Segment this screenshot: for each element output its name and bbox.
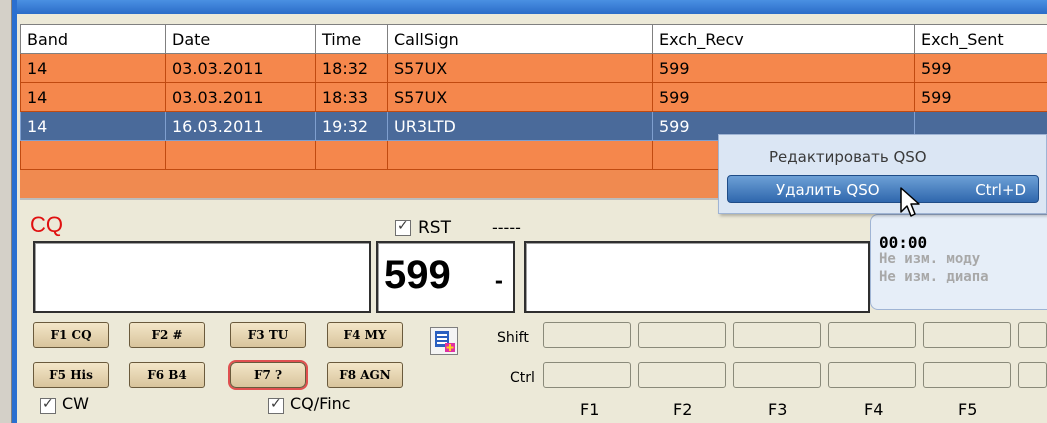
cell-band: 14	[20, 82, 166, 112]
cell-date: 16.03.2011	[165, 111, 316, 141]
ctrl-f4-button[interactable]	[828, 362, 916, 388]
ctrl-label: Ctrl	[510, 370, 535, 386]
rst-input-value: 599	[384, 253, 451, 297]
col-header-exch-recv[interactable]: Exch_Recv	[652, 24, 915, 54]
shift-label: Shift	[497, 330, 529, 346]
cell-date: 03.03.2011	[165, 53, 316, 83]
cell-date: 03.03.2011	[165, 82, 316, 112]
cell-band: 14	[20, 111, 166, 141]
cell-time: 19:32	[315, 111, 388, 141]
col-header-callsign[interactable]: CallSign	[387, 24, 653, 54]
cw-label: CW	[62, 394, 89, 413]
cell-band: 14	[20, 53, 166, 83]
f8-agn-button[interactable]: F8 AGN	[327, 362, 403, 388]
shift-f6-button[interactable]	[1018, 322, 1047, 348]
shift-f3-button[interactable]	[733, 322, 821, 348]
fkey-label-f2: F2	[673, 400, 693, 419]
callsign-input[interactable]	[33, 241, 371, 313]
left-edge-strip	[0, 0, 12, 423]
f5-his-button[interactable]: F5 His	[33, 362, 109, 388]
f1-cq-button[interactable]: F1 CQ	[33, 322, 109, 348]
col-header-time[interactable]: Time	[315, 24, 388, 54]
grid-header-row: Band Date Time CallSign Exch_Recv Exch_S…	[20, 24, 1047, 54]
ctrl-f5-button[interactable]	[923, 362, 1011, 388]
cw-checkbox[interactable]	[40, 396, 56, 414]
f7-question-button[interactable]: F7 ?	[230, 362, 306, 388]
cell-exch-sent: 599	[914, 82, 1047, 112]
cell-exch-sent: 599	[914, 53, 1047, 83]
f6-b4-button[interactable]: F6 B4	[129, 362, 205, 388]
menu-item-edit-qso[interactable]: Редактировать QSO	[727, 143, 1042, 171]
cell-exch-recv: 599	[652, 53, 915, 83]
f2-number-button[interactable]: F2 #	[129, 322, 205, 348]
shift-f2-button[interactable]	[638, 322, 726, 348]
menu-item-delete-label: Удалить QSO	[776, 181, 880, 199]
col-header-date[interactable]: Date	[165, 24, 316, 54]
cq-mode-label: CQ	[30, 212, 63, 237]
cq-finc-checkbox[interactable]	[268, 396, 284, 414]
cell-exch-recv: 599	[652, 82, 915, 112]
cell-callsign: S57UX	[387, 82, 653, 112]
cell-empty	[315, 140, 388, 170]
title-bar	[17, 0, 1047, 14]
fkey-label-f4: F4	[864, 400, 884, 419]
cell-time: 18:33	[315, 82, 388, 112]
table-row[interactable]: 14 03.03.2011 18:32 S57UX 599 599	[20, 53, 1047, 83]
col-header-band[interactable]: Band	[20, 24, 166, 54]
rst-sent-value: -----	[492, 218, 521, 237]
menu-item-delete-shortcut: Ctrl+D	[975, 181, 1026, 199]
fkey-label-f1: F1	[580, 400, 600, 419]
shift-f5-button[interactable]	[923, 322, 1011, 348]
mode-status-text: Не изм. моду	[879, 251, 981, 267]
qso-timer: 00:00	[879, 233, 928, 252]
macro-editor-icon[interactable]	[430, 327, 458, 355]
rst-checkbox[interactable]	[395, 218, 411, 236]
cq-finc-label: CQ/Finc	[290, 394, 351, 413]
context-menu: Редактировать QSO Удалить QSO Ctrl+D	[718, 134, 1047, 214]
ctrl-f1-button[interactable]	[543, 362, 631, 388]
ctrl-f3-button[interactable]	[733, 362, 821, 388]
shift-f1-button[interactable]	[543, 322, 631, 348]
table-row[interactable]: 14 03.03.2011 18:33 S57UX 599 599	[20, 82, 1047, 112]
left-border	[12, 0, 17, 423]
menu-item-delete-qso[interactable]: Удалить QSO Ctrl+D	[727, 175, 1039, 203]
mouse-pointer-icon	[897, 186, 927, 222]
rst-input[interactable]: 599 -	[376, 241, 515, 313]
ctrl-f2-button[interactable]	[638, 362, 726, 388]
col-header-exch-sent[interactable]: Exch_Sent	[914, 24, 1047, 54]
cell-empty	[165, 140, 316, 170]
cell-callsign: UR3LTD	[387, 111, 653, 141]
f3-tu-button[interactable]: F3 TU	[230, 322, 306, 348]
rst-dropdown-button[interactable]: -	[495, 269, 503, 293]
cell-empty	[20, 140, 166, 170]
fkey-label-f5: F5	[958, 400, 978, 419]
cell-callsign: S57UX	[387, 53, 653, 83]
band-status-text: Не изм. диапа	[879, 269, 989, 285]
cell-time: 18:32	[315, 53, 388, 83]
cell-empty	[387, 140, 653, 170]
exchange-input[interactable]	[524, 241, 870, 313]
rst-label: RST	[418, 218, 451, 238]
status-info-box: 00:00 Не изм. моду Не изм. диапа	[870, 214, 1047, 310]
shift-f4-button[interactable]	[828, 322, 916, 348]
fkey-label-f3: F3	[768, 400, 788, 419]
f4-my-button[interactable]: F4 MY	[327, 322, 403, 348]
ctrl-f6-button[interactable]	[1018, 362, 1047, 388]
